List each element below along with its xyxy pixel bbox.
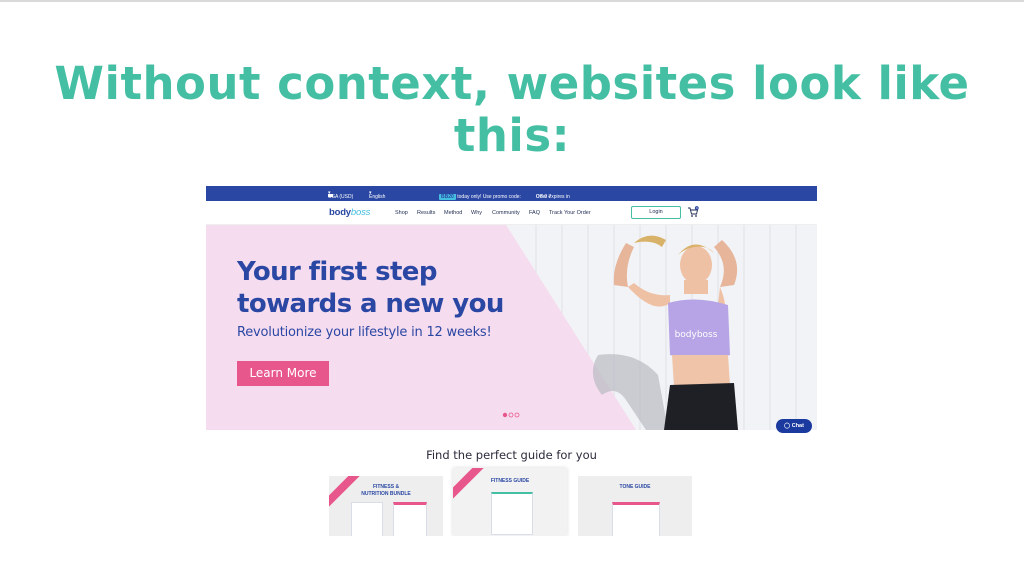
card-title: TONE GUIDE	[619, 484, 651, 490]
card-book-image	[612, 502, 660, 536]
guide-card-fitness[interactable]: FITNESS GUIDE	[453, 468, 567, 536]
slide-title: Without context, websites look like this…	[0, 58, 1024, 162]
carousel-dot	[508, 412, 514, 418]
countdown-digits: 0 6 0 7	[536, 194, 552, 200]
promo-code: BB20	[439, 194, 456, 200]
guide-card-tone[interactable]: TONE GUIDE	[578, 476, 692, 536]
promo-bar: USA (USD) ▾ English ▾ 20% off today only…	[206, 186, 817, 201]
card-book-image	[491, 492, 533, 535]
card-title: FITNESS & NUTRITION BUNDLE	[361, 484, 411, 497]
hero-subheadline: Revolutionize your lifestyle in 12 weeks…	[237, 325, 492, 340]
language-selector[interactable]: English ▾	[369, 190, 385, 200]
nav-link-shop[interactable]: Shop	[395, 210, 408, 216]
login-button[interactable]: Login	[631, 206, 681, 219]
slide-title-line-2: this:	[453, 109, 571, 162]
chat-button[interactable]: ◯ Chat	[776, 419, 812, 433]
nav-link-results[interactable]: Results	[417, 210, 435, 216]
shirt-text: bodyboss	[675, 330, 718, 340]
learn-more-button[interactable]: Learn More	[237, 361, 329, 386]
nav-link-community[interactable]: Community	[492, 210, 520, 216]
guide-card-fitness-nutrition[interactable]: FITNESS & NUTRITION BUNDLE	[329, 476, 443, 536]
hero-headline-line-1: Your first step	[237, 257, 437, 287]
card-book-image	[351, 502, 383, 536]
main-nav: bodyboss Shop Results Method Why Communi…	[206, 201, 817, 225]
region-selector[interactable]: USA (USD) ▾	[328, 190, 353, 200]
cart-icon[interactable]: 0	[687, 206, 699, 218]
nav-link-method[interactable]: Method	[444, 210, 462, 216]
top-divider	[0, 0, 1024, 2]
hero-headline: Your first step towards a new you	[237, 256, 504, 320]
hero-banner: bodyboss Your first step towards a new y…	[206, 225, 817, 430]
website-screenshot: USA (USD) ▾ English ▾ 20% off today only…	[206, 186, 817, 536]
carousel-dot	[514, 412, 520, 418]
guide-cards: FITNESS & NUTRITION BUNDLE FITNESS GUIDE…	[206, 468, 817, 536]
carousel-dot-active	[502, 412, 508, 418]
card-title: FITNESS GUIDE	[490, 478, 530, 484]
nav-link-track-order[interactable]: Track Your Order	[549, 210, 591, 216]
carousel-dots[interactable]	[502, 412, 522, 418]
nav-link-faq[interactable]: FAQ	[529, 210, 540, 216]
card-book-image	[393, 502, 427, 536]
nav-link-why[interactable]: Why	[471, 210, 482, 216]
bodyboss-logo[interactable]: bodyboss	[329, 207, 370, 218]
slide-title-line-1: Without context, websites look like	[54, 57, 970, 110]
guides-section-title: Find the perfect guide for you	[426, 448, 597, 462]
hero-model-image: bodyboss	[613, 235, 738, 430]
chat-bubble-icon: ◯	[784, 423, 791, 429]
hero-headline-line-2: towards a new you	[237, 289, 504, 319]
